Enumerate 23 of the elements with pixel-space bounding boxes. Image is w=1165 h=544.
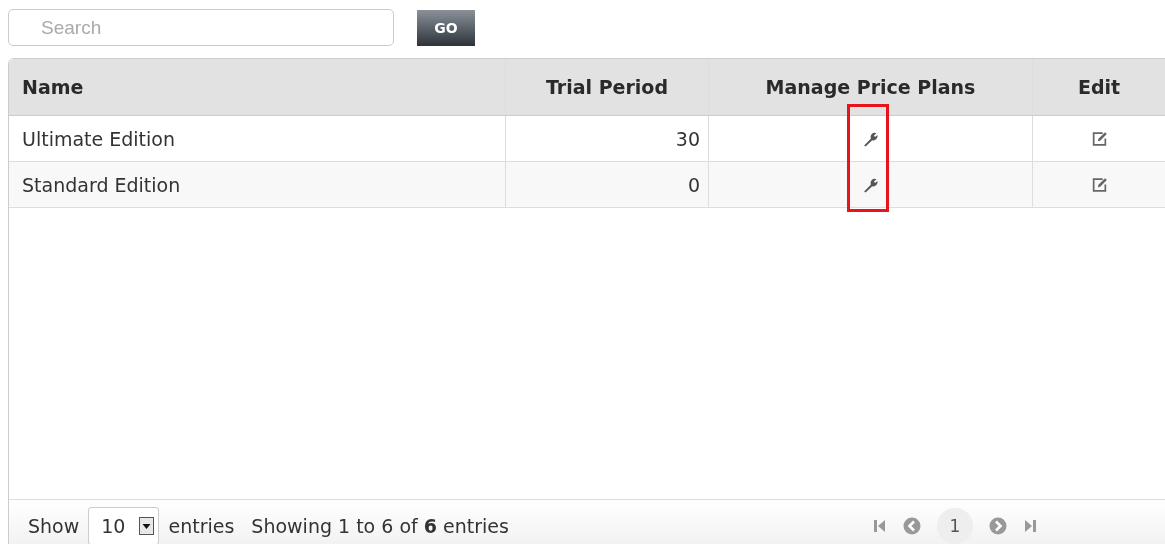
page-number-button[interactable]: 1 bbox=[936, 508, 973, 544]
wrench-icon[interactable] bbox=[862, 130, 879, 147]
next-page-icon[interactable] bbox=[988, 517, 1007, 535]
table-cell: Ultimate Edition bbox=[9, 116, 506, 161]
entries-info: Showing 1 to 6 of 6 entries bbox=[251, 515, 509, 537]
column-header: Trial Period bbox=[506, 59, 709, 115]
entries-label: entries bbox=[168, 515, 235, 537]
edit-icon[interactable] bbox=[1090, 176, 1108, 193]
column-header: Name bbox=[9, 59, 506, 115]
column-header: Manage Price Plans bbox=[709, 59, 1033, 115]
first-page-icon[interactable] bbox=[872, 518, 887, 534]
go-button[interactable]: GO bbox=[417, 9, 475, 46]
last-page-icon[interactable] bbox=[1022, 518, 1037, 534]
table-cell: 0 bbox=[506, 162, 709, 207]
search-field[interactable]: Search bbox=[8, 9, 394, 46]
edit-icon[interactable] bbox=[1090, 130, 1108, 147]
previous-page-icon[interactable] bbox=[902, 517, 921, 535]
table-cell: Standard Edition bbox=[9, 162, 506, 207]
show-label: Show bbox=[28, 515, 80, 537]
column-header: Edit bbox=[1076, 75, 1122, 100]
table-cell: 30 bbox=[506, 116, 709, 161]
wrench-icon[interactable] bbox=[862, 176, 879, 193]
page-size-select[interactable]: 10 bbox=[88, 507, 160, 544]
